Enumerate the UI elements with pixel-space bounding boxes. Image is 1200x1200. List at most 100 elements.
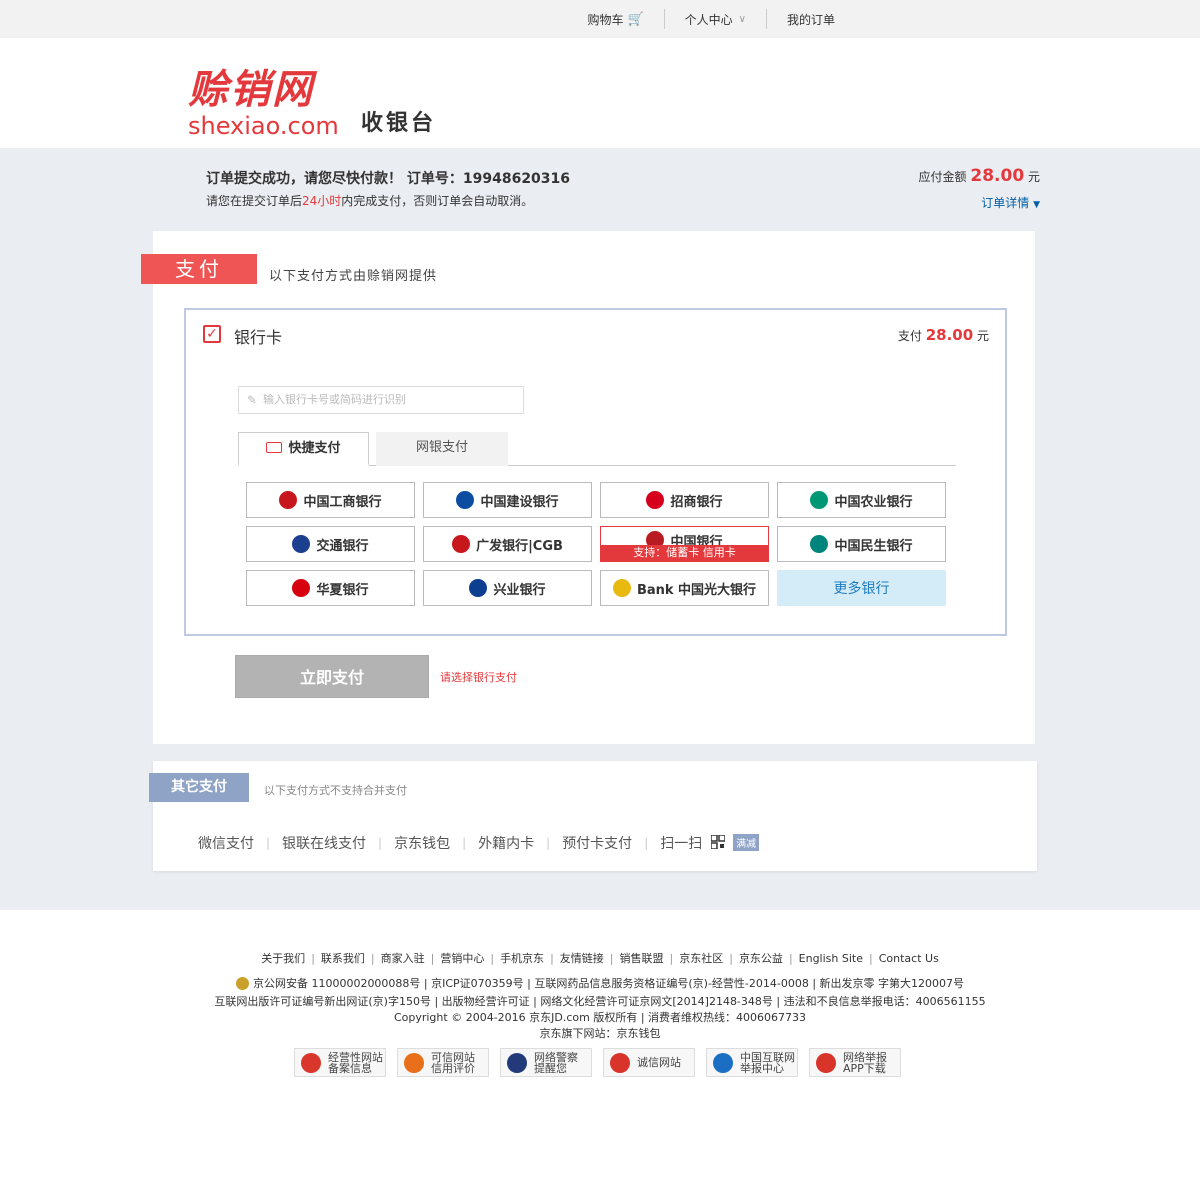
trust-badge-text: 可信网站 信用评价 <box>431 1052 475 1074</box>
bank-option-cmb[interactable]: 招商银行 <box>600 482 769 518</box>
hxb-logo-icon <box>292 579 311 597</box>
trust-badge-text: 诚信网站 <box>637 1057 681 1068</box>
bank-name: 华夏银行 <box>316 582 369 598</box>
footer-link[interactable]: 手机京东 <box>494 952 550 965</box>
bank-pay-amount: 支付 28.00 元 <box>898 326 989 344</box>
bank-name: 中国民生银行 <box>834 538 913 554</box>
bank-option-ceb[interactable]: Bank 中国光大银行 <box>600 570 769 606</box>
jd-wallet-option[interactable]: 京东钱包 <box>382 833 462 853</box>
top-bar: 购物车 🛒 个人中心 ∨ 我的订单 <box>0 0 1200 38</box>
bank-option-boc[interactable]: 中国银行 支持：储蓄卡 信用卡 <box>600 526 769 562</box>
bocom-logo-icon <box>292 535 311 553</box>
footer-link[interactable]: English Site <box>793 952 869 965</box>
footer-link[interactable]: 联系我们 <box>315 952 371 965</box>
footer-link[interactable]: 友情链接 <box>554 952 610 965</box>
cib-logo-icon <box>469 579 488 597</box>
trust-badge-text: 经营性网站 备案信息 <box>328 1052 383 1074</box>
footer-license-line2: 互联网出版许可证编号新出网证(京)字150号 | 出版物经营许可证 | 网络文化… <box>214 995 986 1008</box>
scan-pay-label: 扫一扫 <box>660 836 703 852</box>
prepaid-card-option[interactable]: 预付卡支付 <box>550 833 644 853</box>
user-center-link[interactable]: 个人中心 ∨ <box>665 10 766 28</box>
bank-option-hxb[interactable]: 华夏银行 <box>246 570 415 606</box>
order-detail-link[interactable]: 订单详情 ▼ <box>919 194 1040 211</box>
footer-link[interactable]: Contact Us <box>873 952 945 965</box>
order-detail-label: 订单详情 <box>981 196 1030 210</box>
trust-badge[interactable]: 网络举报 APP下载 <box>809 1048 901 1077</box>
payment-tag: 支付 <box>141 254 257 284</box>
icbc-logo-icon <box>279 491 298 509</box>
page-title: 收银台 <box>361 111 437 136</box>
wechat-pay-option[interactable]: 微信支付 <box>198 833 266 853</box>
bank-option-bocom[interactable]: 交通银行 <box>246 526 415 562</box>
trust-badge[interactable]: 诚信网站 <box>603 1048 695 1077</box>
tab-online-banking[interactable]: 网银支付 <box>376 432 508 466</box>
tab-quick-pay-label: 快捷支付 <box>288 441 341 456</box>
bank-name: 中国建设银行 <box>480 494 559 510</box>
pay-now-button[interactable]: 立即支付 <box>235 655 429 698</box>
qr-code-icon <box>710 835 725 849</box>
bank-option-cgb[interactable]: 广发银行|CGB <box>423 526 592 562</box>
amount-value: 28.00 <box>970 166 1025 186</box>
trust-badge-icon <box>404 1052 424 1073</box>
more-banks-button[interactable]: 更多银行 <box>777 570 946 606</box>
trust-badge[interactable]: 经营性网站 备案信息 <box>294 1048 386 1077</box>
my-orders-label: 我的订单 <box>786 12 835 27</box>
order-info: 订单提交成功，请您尽快付款！ 订单号：19948620316 请您在提交订单后2… <box>206 168 570 209</box>
trust-badge[interactable]: 中国互联网 举报中心 <box>706 1048 798 1077</box>
footer-copyright: Copyright © 2004-2016 京东JD.com 版权所有 | 消费… <box>393 1011 807 1024</box>
footer-link[interactable]: 销售联盟 <box>614 952 670 965</box>
footer-links: 关于我们 | 联系我们 | 商家入驻 | 营销中心 | 手机京东 | 友情链接 | 销售联盟 | 京东社区 |… <box>0 950 1200 966</box>
bank-name: 招商银行 <box>670 494 723 510</box>
scan-pay-option[interactable]: 扫一扫 满减 <box>648 833 771 853</box>
bank-option-cmbc[interactable]: 中国民生银行 <box>777 526 946 562</box>
chevron-down-icon: ∨ <box>738 13 746 25</box>
footer-link[interactable]: 京东社区 <box>673 952 729 965</box>
trust-badges: 经营性网站 备案信息 可信网站 信用评价 网络警察 提醒您 诚信网站 中国互联网 举报中心 网络举… <box>294 1048 912 1077</box>
cmb-logo-icon <box>646 491 665 509</box>
checkbox-checked-icon[interactable]: ✓ <box>203 325 221 343</box>
tab-quick-pay[interactable]: 快捷支付 <box>238 432 369 466</box>
trust-badge-line1: 网络警察 <box>534 1050 578 1064</box>
license-text: 京公网安备 11000002000088号 | 京ICP证070359号 | 互… <box>252 977 965 990</box>
trust-badge-line2: 备案信息 <box>328 1061 372 1075</box>
police-badge-icon <box>235 976 249 990</box>
tab-online-banking-label: 网银支付 <box>415 440 468 455</box>
logo-chinese: 赊销网 <box>188 66 314 113</box>
trust-badge-line2: APP下载 <box>843 1061 886 1075</box>
order-deadline-notice: 请您在提交订单后24小时内完成支付，否则订单会自动取消。 <box>206 192 570 209</box>
bank-option-cib[interactable]: 兴业银行 <box>423 570 592 606</box>
cmbc-logo-icon <box>810 535 829 553</box>
payment-tabs: 快捷支付 网银支付 <box>238 432 956 466</box>
trust-badge-line2: 提醒您 <box>534 1061 567 1075</box>
card-number-input[interactable]: ✎ 输入银行卡号或简码进行识别 <box>238 386 524 414</box>
bank-option-icbc[interactable]: 中国工商银行 <box>246 482 415 518</box>
amount-label: 应付金额 <box>918 170 967 184</box>
footer-link[interactable]: 关于我们 <box>255 952 311 965</box>
trust-badge-line1: 经营性网站 <box>328 1050 383 1064</box>
footer-license-line1: 京公网安备 11000002000088号 | 京ICP证070359号 | 互… <box>0 975 1200 991</box>
footer-link[interactable]: 商家入驻 <box>375 952 431 965</box>
amount-unit: 元 <box>1027 170 1040 184</box>
bank-option-ccb[interactable]: 中国建设银行 <box>423 482 592 518</box>
footer-sites: 京东旗下网站：京东钱包 <box>539 1027 661 1040</box>
trust-badge[interactable]: 可信网站 信用评价 <box>397 1048 489 1077</box>
footer-link[interactable]: 京东公益 <box>733 952 789 965</box>
foreign-card-option[interactable]: 外籍内卡 <box>466 833 546 853</box>
site-logo[interactable]: 赊销网 shexiao.com <box>188 66 339 143</box>
card-support-label: 支持：储蓄卡 信用卡 <box>601 545 768 561</box>
trust-badge-text: 网络举报 APP下载 <box>843 1052 887 1074</box>
unionpay-option[interactable]: 银联在线支付 <box>270 833 378 853</box>
other-payment-subtitle: 以下支付方式不支持合并支付 <box>264 784 407 797</box>
bank-name: 交通银行 <box>316 538 369 554</box>
bank-card-panel: ✓ 银行卡 支付 28.00 元 ✎ 输入银行卡号或简码进行识别 快捷支付 网银… <box>184 308 1007 636</box>
discount-badge: 满减 <box>733 833 760 851</box>
cart-label: 购物车 <box>587 12 624 27</box>
bank-option-abc[interactable]: 中国农业银行 <box>777 482 946 518</box>
footer-link[interactable]: 营销中心 <box>434 952 490 965</box>
bank-card-label: 银行卡 <box>234 328 283 347</box>
user-center-label: 个人中心 <box>684 12 733 27</box>
cart-link[interactable]: 购物车 🛒 <box>567 10 663 28</box>
my-orders-link[interactable]: 我的订单 <box>767 10 855 28</box>
header: 赊销网 shexiao.com 收银台 <box>0 38 1200 148</box>
trust-badge[interactable]: 网络警察 提醒您 <box>500 1048 592 1077</box>
